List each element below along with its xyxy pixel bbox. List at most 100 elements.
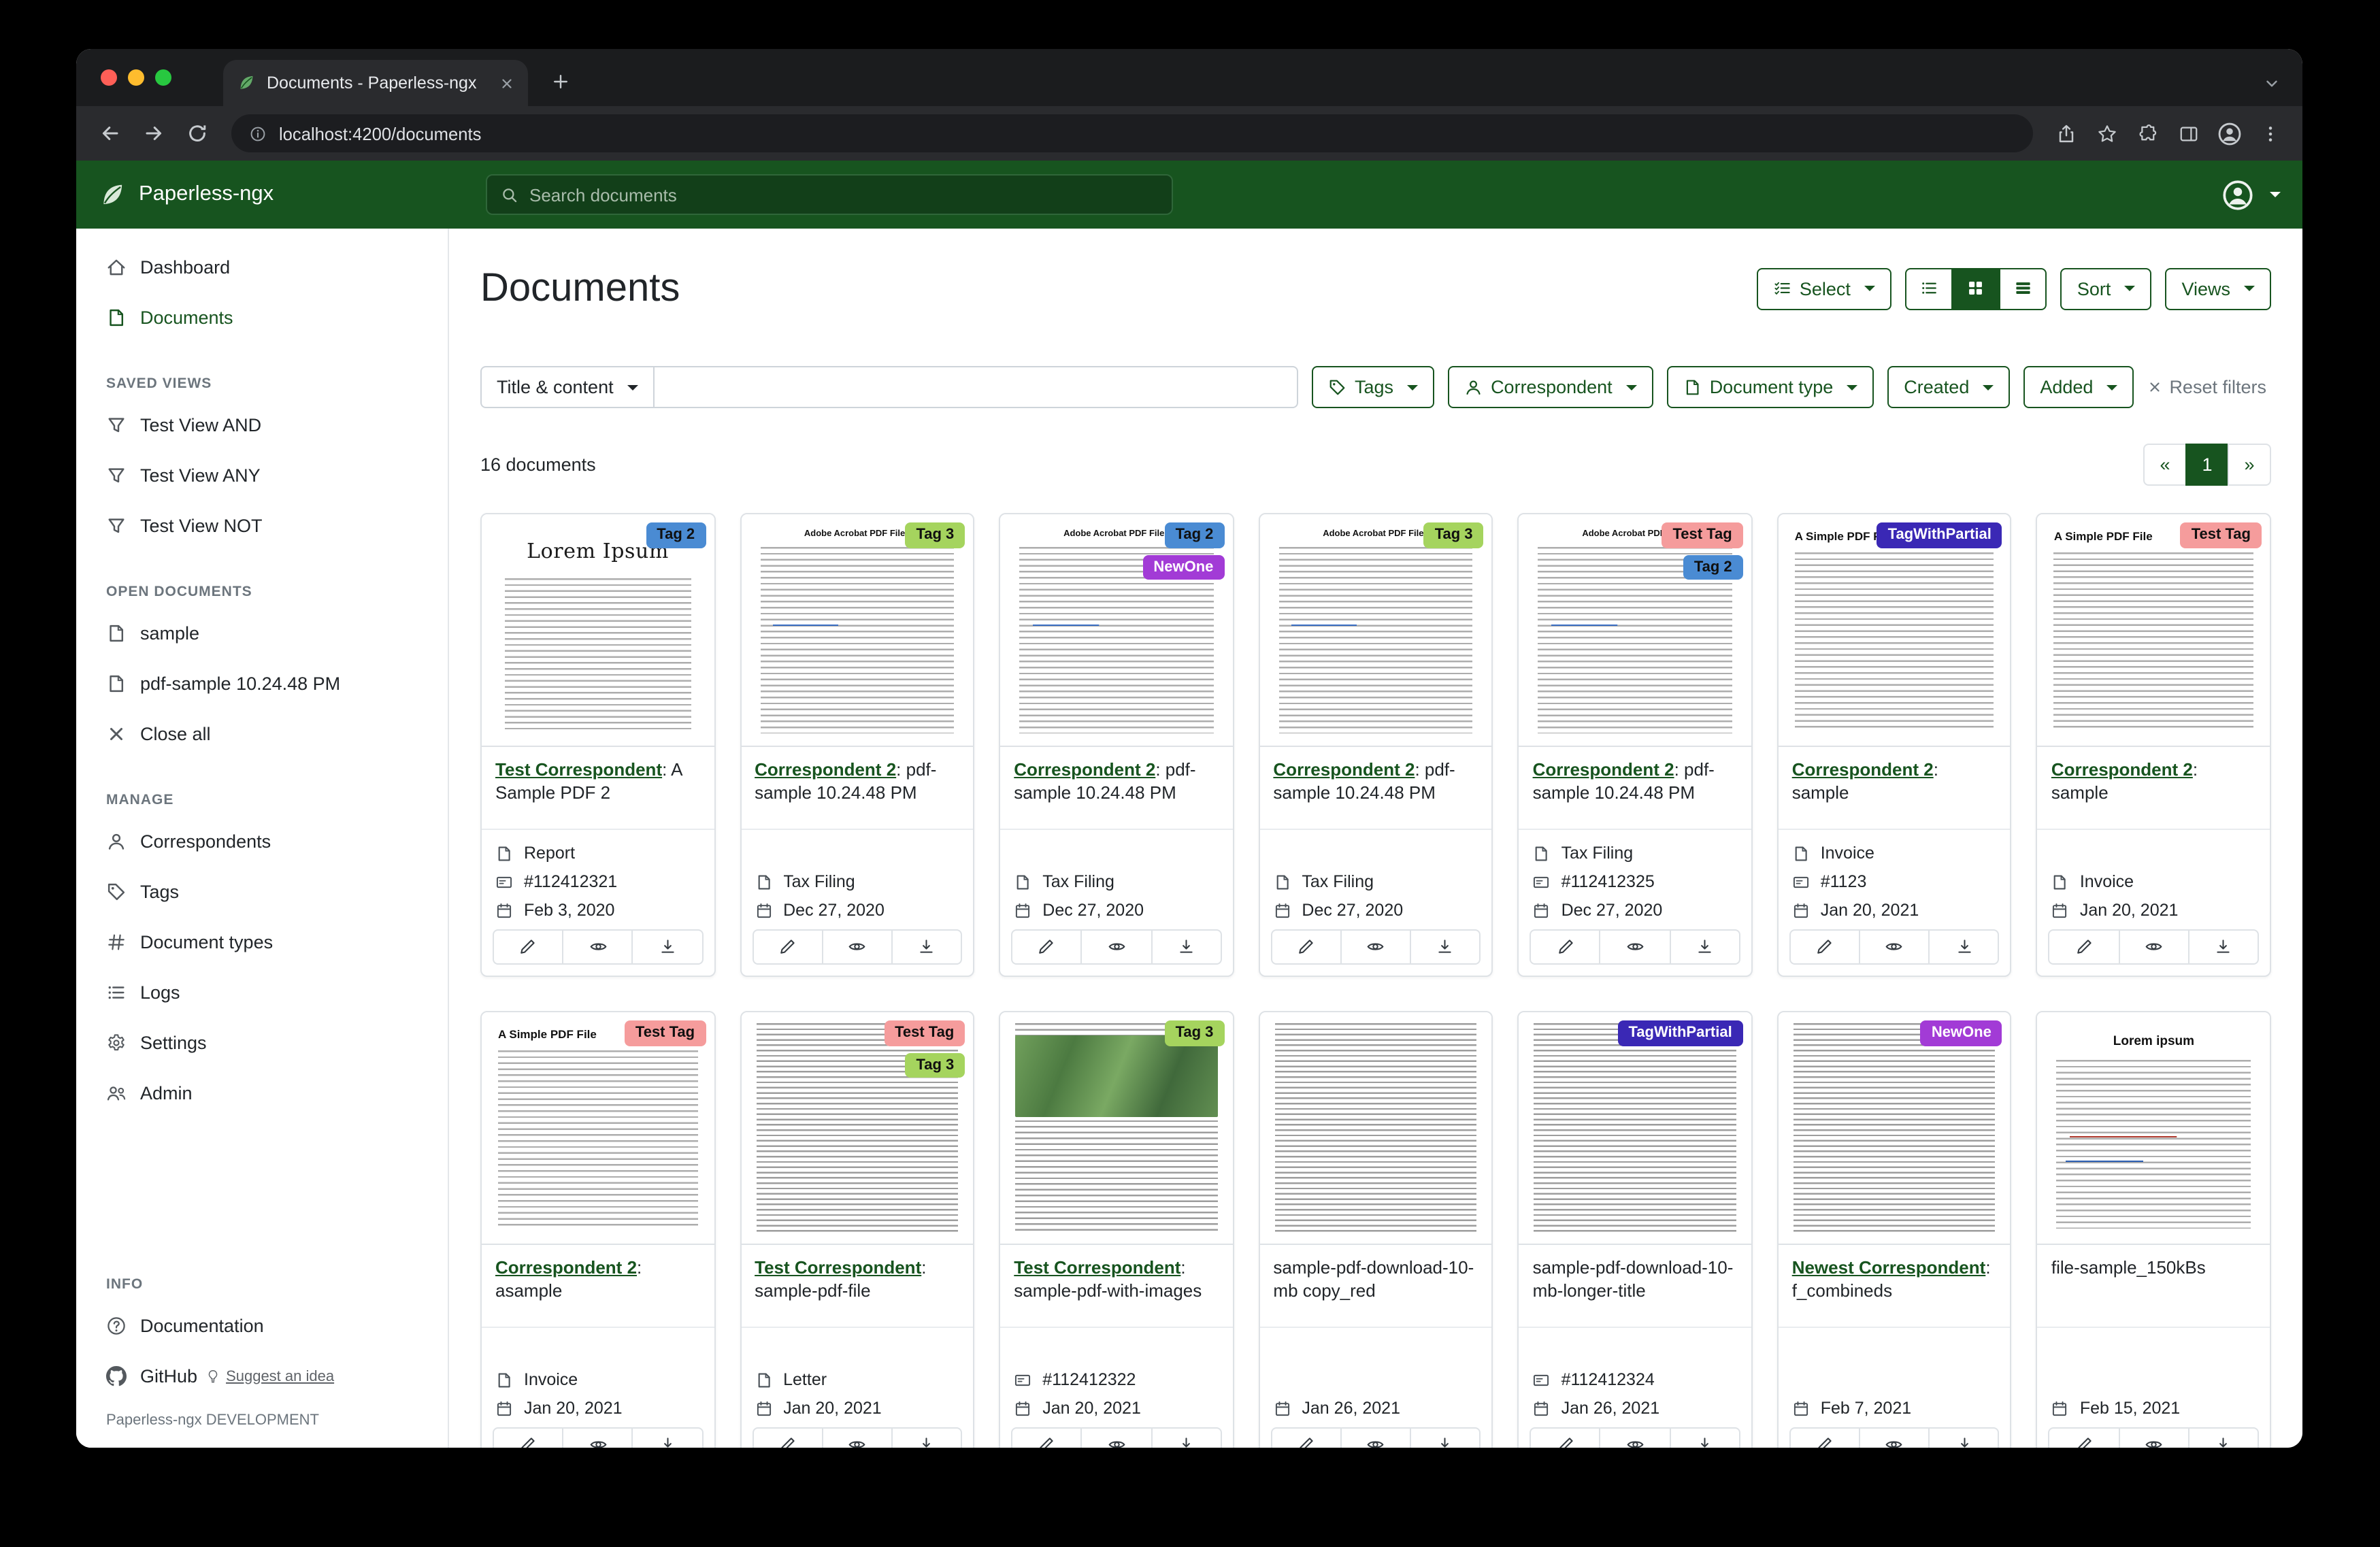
edit-document-button[interactable] bbox=[1270, 1427, 1341, 1448]
browser-profile-button[interactable] bbox=[2210, 114, 2248, 152]
document-thumbnail[interactable]: Lorem Ipsum Tag 2 bbox=[482, 514, 714, 747]
download-document-button[interactable] bbox=[1410, 1427, 1481, 1448]
document-thumbnail[interactable]: Adobe Acrobat PDF Files Tag 3 bbox=[1259, 514, 1491, 747]
document-card[interactable]: A Simple PDF File Test Tag Correspondent… bbox=[480, 1011, 715, 1448]
document-correspondent-link[interactable]: Correspondent 2 bbox=[495, 1257, 637, 1278]
sidebar-item-open-document-pdf-sample[interactable]: pdf-sample 10.24.48 PM bbox=[76, 659, 448, 709]
sidebar-item-saved-view-not[interactable]: Test View NOT bbox=[76, 501, 448, 551]
tag-badge[interactable]: Tag 3 bbox=[1424, 522, 1484, 548]
download-document-button[interactable] bbox=[1928, 1427, 1999, 1448]
global-search[interactable] bbox=[486, 174, 1173, 215]
app-brand[interactable]: Paperless-ngx bbox=[98, 180, 460, 209]
download-document-button[interactable] bbox=[1669, 929, 1740, 965]
document-correspondent-link[interactable]: Correspondent 2 bbox=[1014, 759, 1155, 780]
created-filter-button[interactable]: Created bbox=[1887, 366, 2010, 408]
tag-badge[interactable]: Tag 2 bbox=[1165, 522, 1225, 548]
download-document-button[interactable] bbox=[1669, 1427, 1740, 1448]
sidebar-item-open-document-sample[interactable]: sample bbox=[76, 608, 448, 659]
document-card[interactable]: NewOne Newest Correspondent: f_combineds… bbox=[1777, 1011, 2012, 1448]
views-button[interactable]: Views bbox=[2165, 267, 2271, 310]
view-cards-button[interactable] bbox=[1999, 267, 2047, 310]
document-card[interactable]: A Simple PDF File TagWithPartial Corresp… bbox=[1777, 513, 2012, 977]
preview-document-button[interactable] bbox=[562, 929, 633, 965]
document-card[interactable]: Test TagTag 3 Test Correspondent: sample… bbox=[740, 1011, 974, 1448]
document-correspondent-link[interactable]: Correspondent 2 bbox=[1792, 759, 1934, 780]
document-card[interactable]: Adobe Acrobat PDF Files Tag 3 Correspond… bbox=[1258, 513, 1493, 977]
browser-menu-button[interactable] bbox=[2251, 114, 2289, 152]
document-card[interactable]: Adobe Acrobat PDF Files Test TagTag 2 Co… bbox=[1518, 513, 1753, 977]
download-document-button[interactable] bbox=[632, 929, 703, 965]
document-correspondent-link[interactable]: Newest Correspondent bbox=[1792, 1257, 1986, 1278]
sidebar-item-logs[interactable]: Logs bbox=[76, 967, 448, 1018]
sidebar-item-document-types[interactable]: Document types bbox=[76, 917, 448, 967]
tag-badge[interactable]: NewOne bbox=[1921, 1020, 2002, 1046]
document-thumbnail[interactable]: A Simple PDF File Test Tag bbox=[482, 1012, 714, 1245]
sidebar-item-dashboard[interactable]: Dashboard bbox=[76, 242, 448, 293]
download-document-button[interactable] bbox=[632, 1427, 703, 1448]
tag-badge[interactable]: Tag 3 bbox=[1165, 1020, 1225, 1046]
document-thumbnail[interactable]: TagWithPartial bbox=[1519, 1012, 1751, 1245]
download-document-button[interactable] bbox=[2188, 1427, 2259, 1448]
document-thumbnail[interactable]: Adobe Acrobat PDF Files Tag 3 bbox=[741, 514, 973, 747]
document-card[interactable]: Adobe Acrobat PDF Files Tag 3 Correspond… bbox=[740, 513, 974, 977]
sidebar-item-tags[interactable]: Tags bbox=[76, 867, 448, 917]
sort-button[interactable]: Sort bbox=[2061, 267, 2152, 310]
document-thumbnail[interactable]: Tag 3 bbox=[1000, 1012, 1232, 1245]
document-thumbnail[interactable]: A Simple PDF File TagWithPartial bbox=[1779, 514, 2011, 747]
document-correspondent-link[interactable]: Test Correspondent bbox=[495, 759, 662, 780]
preview-document-button[interactable] bbox=[1081, 1427, 1152, 1448]
document-thumbnail[interactable]: Adobe Acrobat PDF Files Test TagTag 2 bbox=[1519, 514, 1751, 747]
document-card[interactable]: Lorem Ipsum Tag 2 Test Correspondent: A … bbox=[480, 513, 715, 977]
reset-filters-button[interactable]: Reset filters bbox=[2147, 377, 2266, 397]
edit-document-button[interactable] bbox=[493, 1427, 563, 1448]
sidebar-item-settings[interactable]: Settings bbox=[76, 1018, 448, 1068]
sidebar-item-documents[interactable]: Documents bbox=[76, 293, 448, 343]
sidebar-item-github[interactable]: GitHub bbox=[76, 1351, 197, 1401]
download-document-button[interactable] bbox=[891, 1427, 962, 1448]
preview-document-button[interactable] bbox=[1600, 1427, 1670, 1448]
edit-document-button[interactable] bbox=[752, 929, 823, 965]
document-thumbnail[interactable]: Lorem ipsum bbox=[2038, 1012, 2270, 1245]
preview-document-button[interactable] bbox=[822, 1427, 893, 1448]
document-card[interactable]: A Simple PDF File Test Tag Correspondent… bbox=[2036, 513, 2271, 977]
reload-button[interactable] bbox=[177, 113, 218, 154]
filter-text-input[interactable] bbox=[655, 366, 1298, 408]
edit-document-button[interactable] bbox=[493, 929, 563, 965]
tag-badge[interactable]: Tag 3 bbox=[905, 522, 965, 548]
site-info-icon[interactable] bbox=[249, 124, 267, 142]
download-document-button[interactable] bbox=[1410, 929, 1481, 965]
download-document-button[interactable] bbox=[891, 929, 962, 965]
download-document-button[interactable] bbox=[1151, 929, 1221, 965]
document-thumbnail[interactable]: Adobe Acrobat PDF Files Tag 2NewOne bbox=[1000, 514, 1232, 747]
document-thumbnail[interactable]: Test TagTag 3 bbox=[741, 1012, 973, 1245]
view-grid-button[interactable] bbox=[1952, 267, 2000, 310]
preview-document-button[interactable] bbox=[822, 929, 893, 965]
back-button[interactable] bbox=[90, 113, 131, 154]
preview-document-button[interactable] bbox=[1081, 929, 1152, 965]
edit-document-button[interactable] bbox=[1530, 929, 1601, 965]
sidebar-item-saved-view-any[interactable]: Test View ANY bbox=[76, 450, 448, 501]
search-input[interactable] bbox=[529, 184, 1158, 205]
tag-badge[interactable]: NewOne bbox=[1142, 554, 1224, 580]
document-card[interactable]: TagWithPartial sample-pdf-download-10-mb… bbox=[1518, 1011, 1753, 1448]
document-card[interactable]: Tag 3 Test Correspondent: sample-pdf-wit… bbox=[999, 1011, 1234, 1448]
document-type-filter-button[interactable]: Document type bbox=[1667, 366, 1874, 408]
tab-close-icon[interactable] bbox=[499, 76, 514, 90]
preview-document-button[interactable] bbox=[1340, 929, 1411, 965]
download-document-button[interactable] bbox=[2188, 929, 2259, 965]
edit-document-button[interactable] bbox=[2049, 1427, 2119, 1448]
address-bar[interactable]: localhost:4200/documents bbox=[231, 114, 2033, 152]
preview-document-button[interactable] bbox=[1600, 929, 1670, 965]
extensions-button[interactable] bbox=[2128, 114, 2166, 152]
document-card[interactable]: Lorem ipsum file-sample_150kBs Feb 15, 2… bbox=[2036, 1011, 2271, 1448]
maximize-window-button[interactable] bbox=[155, 69, 171, 86]
bookmark-button[interactable] bbox=[2087, 114, 2126, 152]
tab-search-button[interactable] bbox=[2263, 75, 2281, 93]
browser-tab[interactable]: Documents - Paperless-ngx bbox=[223, 60, 528, 106]
tag-badge[interactable]: Tag 2 bbox=[1683, 554, 1743, 580]
document-correspondent-link[interactable]: Correspondent 2 bbox=[1533, 759, 1674, 780]
document-thumbnail[interactable]: A Simple PDF File Test Tag bbox=[2038, 514, 2270, 747]
tag-badge[interactable]: TagWithPartial bbox=[1877, 522, 2002, 548]
edit-document-button[interactable] bbox=[752, 1427, 823, 1448]
edit-document-button[interactable] bbox=[2049, 929, 2119, 965]
